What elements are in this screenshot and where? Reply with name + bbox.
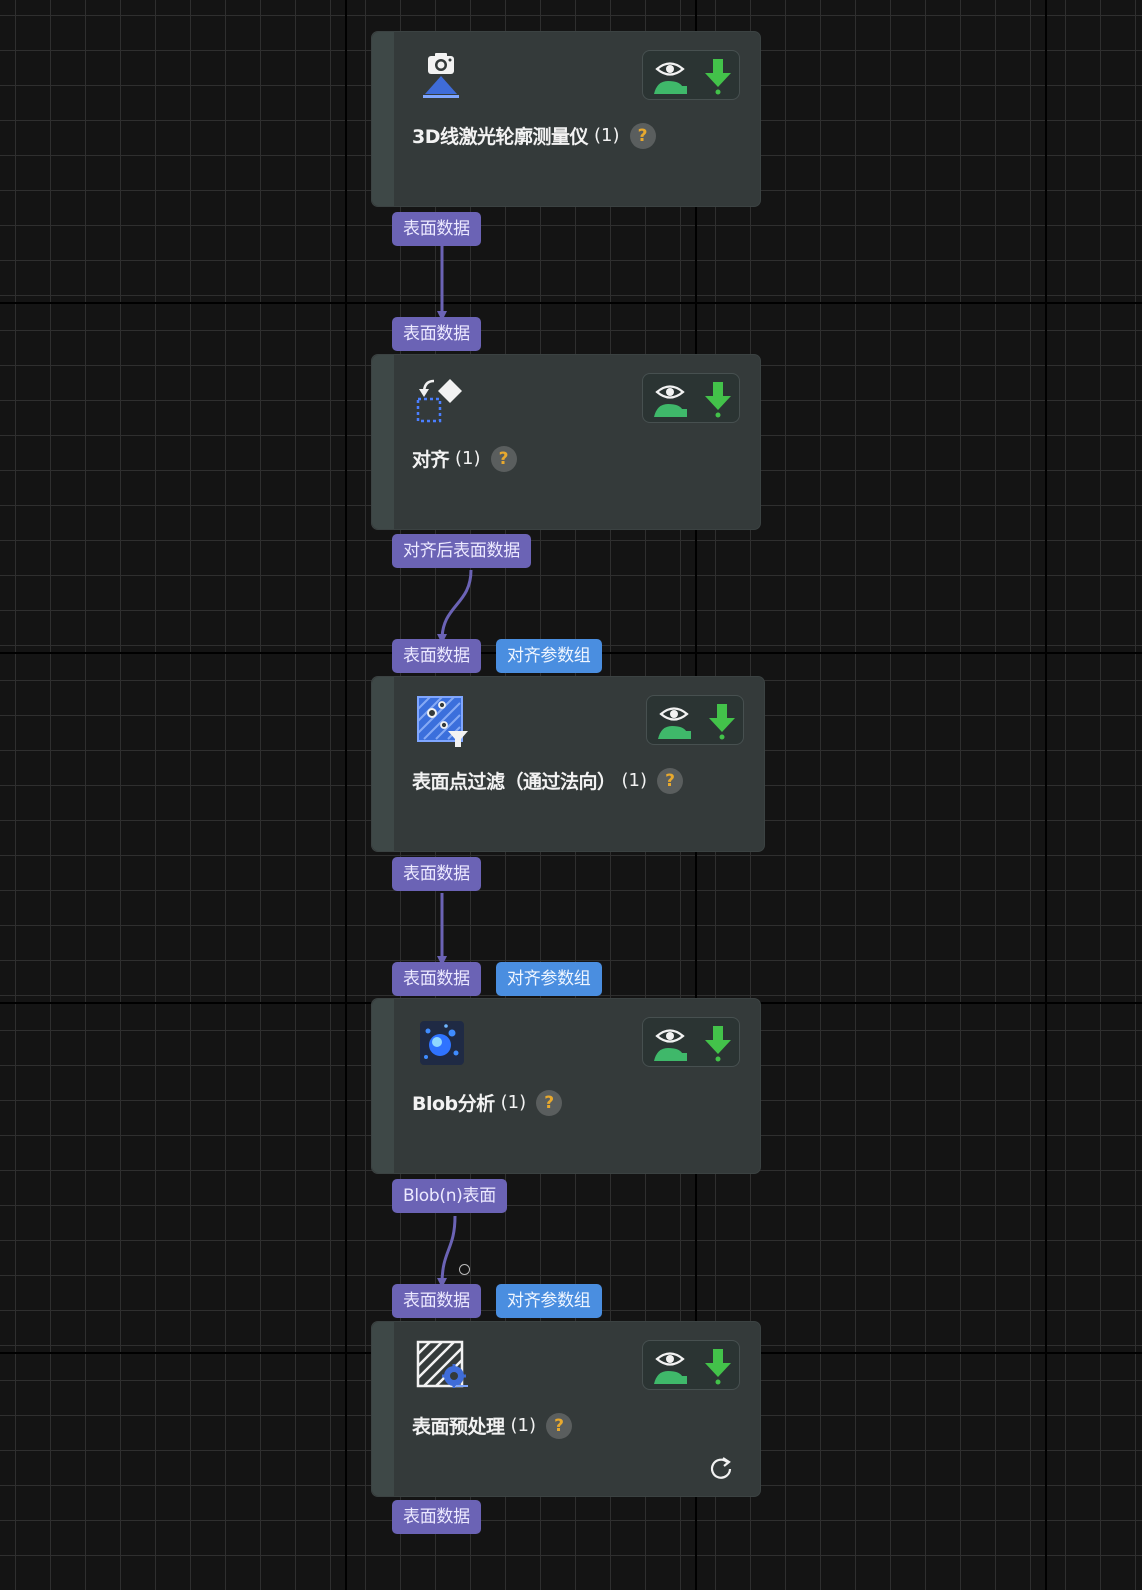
param-port[interactable]: 对齐参数组 [496, 639, 602, 673]
camera-icon [423, 53, 459, 98]
output-port[interactable]: 表面数据 [392, 857, 481, 891]
node-title: 3D线激光轮廓测量仪 (1) ? [412, 122, 656, 149]
node-actions [642, 1340, 740, 1390]
node-align[interactable]: 对齐 (1) ? [371, 354, 761, 530]
node-title: 表面点过滤（通过法向） (1) ? [412, 767, 684, 794]
input-port[interactable]: 表面数据 [392, 1284, 481, 1318]
help-button[interactable]: ? [536, 1089, 563, 1116]
output-port[interactable]: 表面数据 [392, 212, 481, 246]
refresh-icon[interactable] [708, 1456, 734, 1482]
download-icon[interactable] [699, 1024, 737, 1062]
connection-anchor[interactable] [459, 1264, 470, 1275]
node-actions [642, 373, 740, 423]
node-profiler[interactable]: 3D线激光轮廓测量仪 (1) ? [371, 31, 761, 207]
blob-icon [420, 1021, 464, 1065]
wire-4[interactable] [437, 1215, 457, 1288]
surface-preprocess-icon [416, 1340, 468, 1388]
param-port[interactable]: 对齐参数组 [496, 962, 602, 996]
flow-canvas[interactable]: 3D线激光轮廓测量仪 (1) ? 表面数据 表面数据 对齐 (1) ? 对齐后表… [0, 0, 1142, 1590]
node-actions [642, 50, 740, 100]
node-surface-preprocess[interactable]: 表面预处理 (1) ? [371, 1321, 761, 1497]
input-port[interactable]: 表面数据 [392, 317, 481, 351]
input-port[interactable]: 表面数据 [392, 639, 481, 673]
node-blob-analysis[interactable]: Blob分析 (1) ? [371, 998, 761, 1174]
help-button[interactable]: ? [490, 445, 517, 472]
wire-2[interactable] [437, 569, 473, 644]
node-actions [642, 1017, 740, 1067]
surface-filter-icon [417, 696, 468, 747]
output-port[interactable]: 对齐后表面数据 [392, 534, 531, 568]
align-icon [416, 379, 462, 423]
download-icon[interactable] [699, 380, 737, 418]
input-port[interactable]: 表面数据 [392, 962, 481, 996]
eye-icon[interactable] [651, 57, 689, 95]
download-icon[interactable] [703, 702, 741, 740]
param-port[interactable]: 对齐参数组 [496, 1284, 602, 1318]
download-icon[interactable] [699, 1347, 737, 1385]
node-actions [646, 695, 744, 745]
eye-icon[interactable] [651, 380, 689, 418]
output-port[interactable]: 表面数据 [392, 1500, 481, 1534]
node-surface-filter[interactable]: 表面点过滤（通过法向） (1) ? [371, 676, 765, 852]
eye-icon[interactable] [651, 1347, 689, 1385]
node-title: 对齐 (1) ? [412, 445, 517, 472]
help-button[interactable]: ? [546, 1412, 573, 1439]
output-port[interactable]: Blob(n)表面 [392, 1179, 507, 1213]
download-icon[interactable] [699, 57, 737, 95]
help-button[interactable]: ? [629, 122, 656, 149]
eye-icon[interactable] [655, 702, 693, 740]
node-title: Blob分析 (1) ? [412, 1089, 563, 1116]
help-button[interactable]: ? [657, 767, 684, 794]
node-title: 表面预处理 (1) ? [412, 1412, 573, 1439]
eye-icon[interactable] [651, 1024, 689, 1062]
